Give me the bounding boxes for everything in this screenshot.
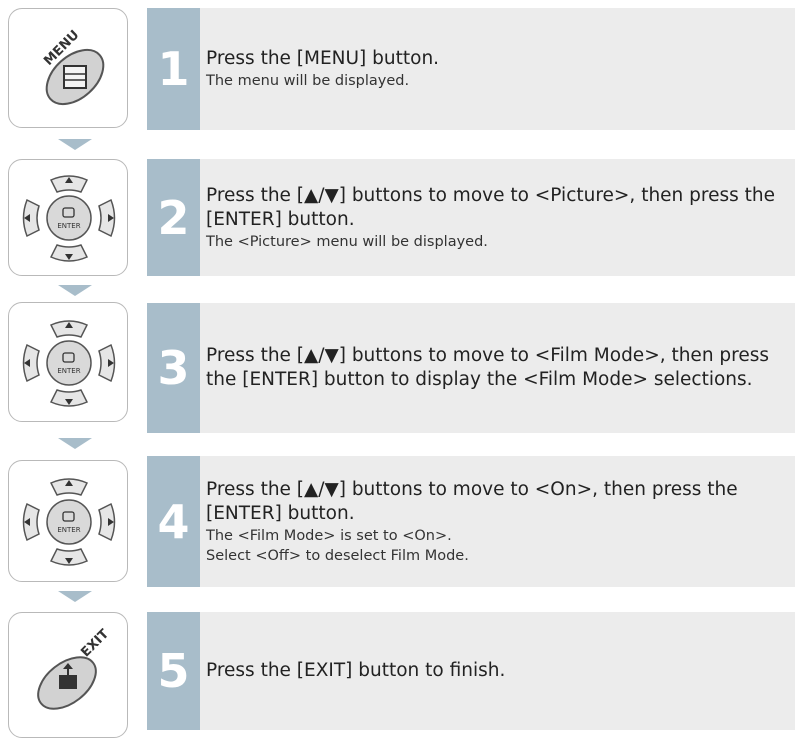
nav-button-icon-box: ENTER [8,460,128,582]
step-text: Press the [▲/▼] buttons to move to <On>,… [206,478,781,566]
step-text: Press the [MENU] button. The menu will b… [206,47,781,91]
down-arrow-icon [58,438,92,449]
exit-button-icon-box: EXIT [8,612,128,738]
step-note: Select <Off> to deselect Film Mode. [206,547,469,564]
step-4: 4 Press the [▲/▼] buttons to move to <On… [147,456,795,587]
directional-enter-pad-icon: ENTER [22,320,116,407]
step-number: 4 [157,494,190,549]
step-instruction: Press the [EXIT] button to finish. [206,660,506,681]
step-number-cell: 3 [147,303,200,433]
step-1: 1 Press the [MENU] button. The menu will… [147,8,795,130]
step-2: 2 Press the [▲/▼] buttons to move to <Pi… [147,159,795,276]
enter-label: ENTER [57,367,80,375]
step-instruction: Press the [MENU] button. [206,48,440,69]
step-instruction: Press the [▲/▼] buttons to move to <Pict… [206,184,776,230]
step-instruction: Press the [▲/▼] buttons to move to <On>,… [206,478,738,524]
menu-button-icon-box: MENU [8,8,128,128]
down-arrow-icon [58,591,92,602]
step-number-cell: 4 [147,456,200,587]
step-number: 2 [157,190,190,245]
step-instruction: Press the [▲/▼] buttons to move to <Film… [206,345,770,390]
step-3: 3 Press the [▲/▼] buttons to move to <Fi… [147,303,795,433]
step-text: Press the [▲/▼] buttons to move to <Pict… [206,184,781,252]
step-note: The <Film Mode> is set to <On>. [206,527,452,544]
enter-label: ENTER [57,526,80,534]
directional-enter-pad-icon: ENTER [22,478,116,566]
step-number: 5 [157,644,190,698]
exit-icon-label: EXIT [78,627,112,661]
step-number-cell: 1 [147,8,200,130]
step-number-cell: 2 [147,159,200,276]
step-text: Press the [EXIT] button to finish. [206,659,781,683]
step-note: The menu will be displayed. [206,73,410,89]
step-number: 3 [157,341,190,395]
exit-button-icon: EXIT [37,627,112,710]
step-text: Press the [▲/▼] buttons to move to <Film… [206,344,781,392]
enter-label: ENTER [57,222,80,230]
step-5: 5 Press the [EXIT] button to finish. [147,612,795,730]
nav-button-icon-box: ENTER [8,302,128,422]
step-number-cell: 5 [147,612,200,730]
menu-button-icon: MENU [41,28,105,106]
step-number: 1 [157,42,190,96]
step-note: The <Picture> menu will be displayed. [206,233,488,250]
down-arrow-icon [58,139,92,150]
down-arrow-icon [58,285,92,296]
nav-button-icon-box: ENTER [8,159,128,276]
directional-enter-pad-icon: ENTER [22,175,116,262]
